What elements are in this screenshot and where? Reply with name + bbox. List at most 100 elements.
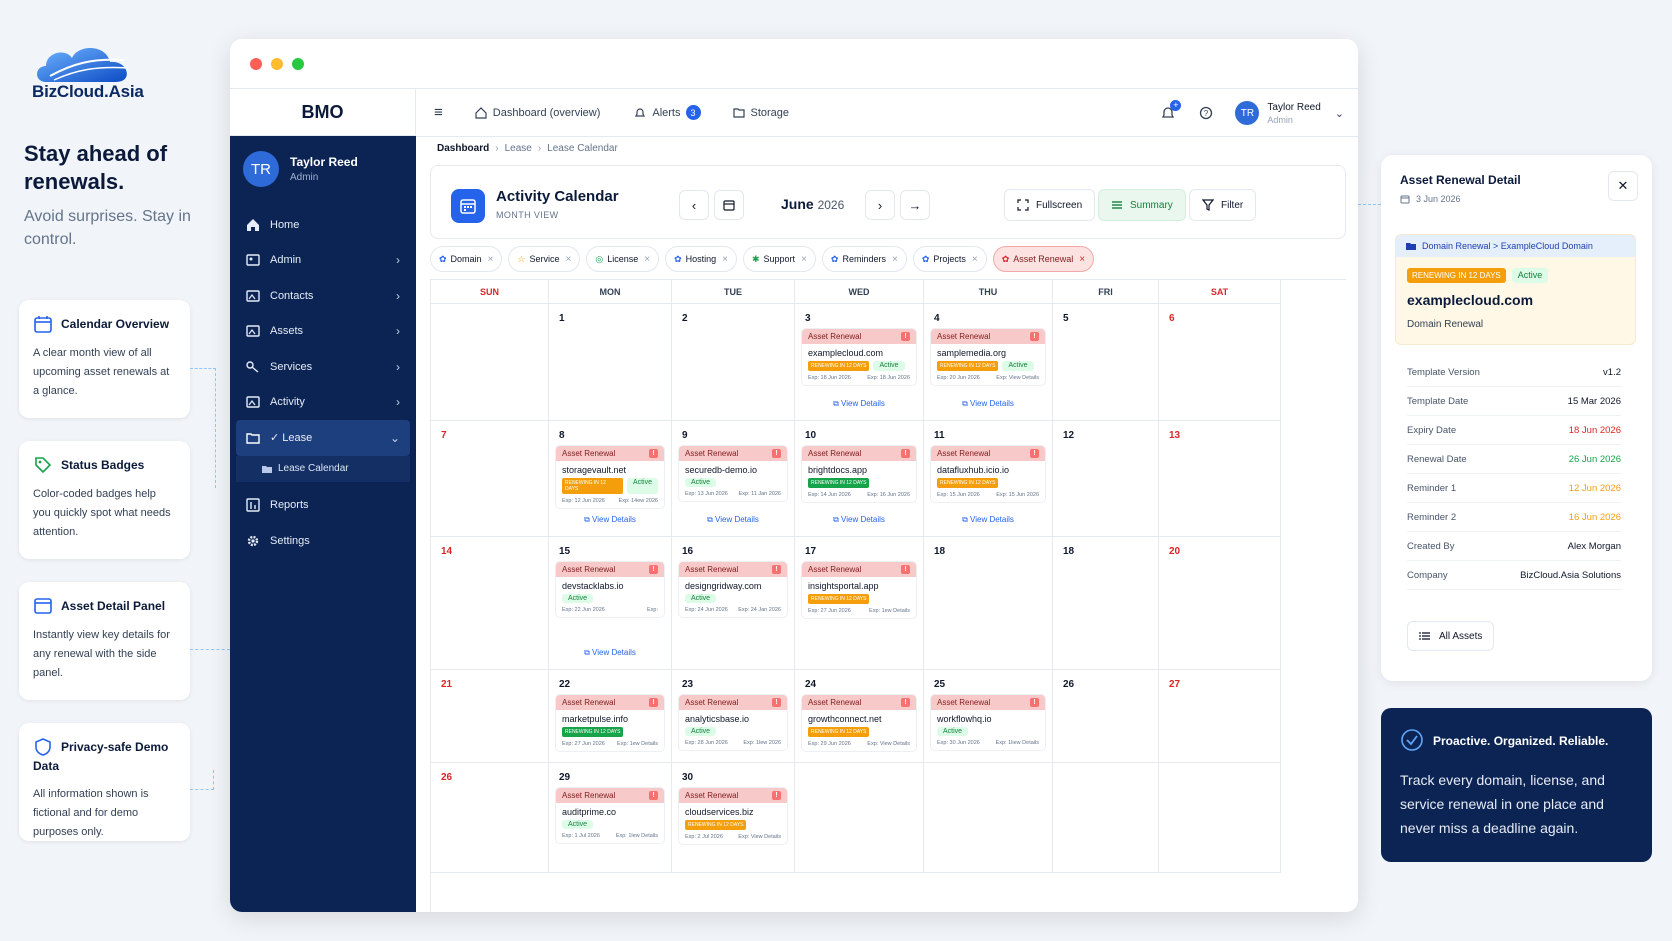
close-icon[interactable]: × xyxy=(801,254,807,265)
calendar-day-cell[interactable]: 4 Asset Renewal! samplemedia.org RENEWING I… xyxy=(924,304,1053,421)
filter-chip-support[interactable]: ✱ Support × xyxy=(742,246,816,272)
close-icon[interactable]: × xyxy=(892,254,898,265)
sidebar-subitem-lease-calendar[interactable]: Lease Calendar xyxy=(236,455,410,482)
forward-button[interactable]: → xyxy=(900,190,930,220)
calendar-day-cell[interactable]: 11 Asset Renewal! datafluxhub.icio.io RENEW… xyxy=(924,421,1053,537)
calendar-day-cell[interactable]: 2 xyxy=(672,304,795,421)
calendar-day-cell[interactable]: 27 xyxy=(1159,670,1281,763)
view-details-link[interactable]: ⧉ View Details xyxy=(672,515,794,525)
calendar-day-cell[interactable]: 29 Asset Renewal! auditprime.co Active Exp: … xyxy=(549,763,672,873)
calendar-day-cell[interactable]: 26 xyxy=(431,763,549,873)
calendar-day-cell[interactable]: 6 xyxy=(1159,304,1281,421)
close-panel-button[interactable]: ✕ xyxy=(1608,171,1638,201)
sidebar-item-services[interactable]: Services › xyxy=(230,349,416,385)
calendar-day-cell[interactable]: 14 xyxy=(431,537,549,670)
calendar-day-cell[interactable]: 24 Asset Renewal! growthconnect.net RENEWIN… xyxy=(795,670,924,763)
minimize-window-button[interactable] xyxy=(271,58,283,70)
sidebar-item-assets[interactable]: Assets › xyxy=(230,314,416,350)
view-details-link[interactable]: ⧉ View Details xyxy=(924,515,1052,525)
close-icon[interactable]: × xyxy=(488,254,494,265)
calendar-day-cell[interactable]: 7 xyxy=(431,421,549,537)
sidebar-item-home[interactable]: Home xyxy=(230,207,416,243)
calendar-day-cell[interactable]: 5 xyxy=(1053,304,1159,421)
event-card[interactable]: Asset Renewal! datafluxhub.icio.io RENEWIN… xyxy=(930,445,1046,503)
menu-icon[interactable]: ≡ xyxy=(434,104,443,121)
event-card[interactable]: Asset Renewal! devstacklabs.io Active Exp: … xyxy=(555,561,665,618)
fullscreen-button[interactable]: Fullscreen xyxy=(1004,189,1096,221)
card-breadcrumb[interactable]: Domain Renewal > ExampleCloud Domain xyxy=(1396,235,1635,257)
filter-button[interactable]: Filter xyxy=(1189,189,1257,221)
calendar-day-cell[interactable]: 18 xyxy=(924,537,1053,670)
calendar-day-cell[interactable]: 20 xyxy=(1159,537,1281,670)
date-picker-button[interactable] xyxy=(714,190,744,220)
event-card[interactable]: Asset Renewal! marketpulse.info RENEWING I… xyxy=(555,694,665,752)
calendar-day-cell[interactable]: 1 xyxy=(549,304,672,421)
view-details-link[interactable]: ⧉ View Details xyxy=(549,515,671,525)
calendar-day-cell[interactable]: 16 Asset Renewal! designgridway.com Active E… xyxy=(672,537,795,670)
calendar-day-cell[interactable] xyxy=(795,763,924,873)
topbar-storage-link[interactable]: Storage xyxy=(732,107,789,119)
calendar-day-cell[interactable]: 13 xyxy=(1159,421,1281,537)
sidebar-item-reports[interactable]: Reports xyxy=(230,488,416,524)
calendar-day-cell[interactable]: 10 Asset Renewal! brightdocs.app RENEWING I… xyxy=(795,421,924,537)
sidebar-item-admin[interactable]: Admin › xyxy=(230,243,416,279)
calendar-day-cell[interactable]: 26 xyxy=(1053,670,1159,763)
event-card[interactable]: Asset Renewal! cloudservices.biz RENEWING … xyxy=(678,787,788,845)
filter-chip-projects[interactable]: ✿ Projects × xyxy=(912,246,987,272)
filter-chip-hosting[interactable]: ✿ Hosting × xyxy=(665,246,737,272)
calendar-day-cell[interactable]: 23 Asset Renewal! analyticsbase.io Active Ex… xyxy=(672,670,795,763)
filter-chip-asset-renewal[interactable]: ✿ Asset Renewal × xyxy=(992,246,1095,272)
event-card[interactable]: Asset Renewal! workflowhq.io Active Exp: 30… xyxy=(930,694,1046,751)
close-icon[interactable]: × xyxy=(1079,254,1085,265)
topbar-alerts-link[interactable]: Alerts 3 xyxy=(634,105,701,120)
help-icon[interactable]: ? xyxy=(1199,106,1213,120)
calendar-day-cell[interactable]: 17 Asset Renewal! insightsportal.app RENEWI… xyxy=(795,537,924,670)
sidebar-item-contacts[interactable]: Contacts › xyxy=(230,278,416,314)
event-card[interactable]: Asset Renewal! examplecloud.com RENEWING I… xyxy=(801,328,917,386)
calendar-day-cell[interactable]: 12 xyxy=(1053,421,1159,537)
close-window-button[interactable] xyxy=(250,58,262,70)
all-assets-button[interactable]: All Assets xyxy=(1407,621,1495,651)
event-card[interactable]: Asset Renewal! brightdocs.app RENEWING IN … xyxy=(801,445,917,503)
calendar-day-cell[interactable]: 15 Asset Renewal! devstacklabs.io Active Exp… xyxy=(549,537,672,670)
event-card[interactable]: Asset Renewal! samplemedia.org RENEWING IN… xyxy=(930,328,1046,386)
close-icon[interactable]: × xyxy=(644,254,650,265)
calendar-day-cell[interactable]: 18 xyxy=(1053,537,1159,670)
maximize-window-button[interactable] xyxy=(292,58,304,70)
calendar-day-cell[interactable]: 22 Asset Renewal! marketpulse.info RENEWING… xyxy=(549,670,672,763)
close-icon[interactable]: × xyxy=(722,254,728,265)
sidebar-item-activity[interactable]: Activity › xyxy=(230,385,416,421)
view-details-link[interactable]: ⧉ View Details xyxy=(924,399,1052,409)
event-card[interactable]: Asset Renewal! securedb-demo.io Active Exp:… xyxy=(678,445,788,502)
event-card[interactable]: Asset Renewal! insightsportal.app RENEWING… xyxy=(801,561,917,619)
breadcrumb-item[interactable]: Lease xyxy=(505,143,532,154)
calendar-day-cell[interactable] xyxy=(1159,763,1281,873)
event-card[interactable]: Asset Renewal! growthconnect.net RENEWING … xyxy=(801,694,917,752)
chevron-down-icon[interactable]: ⌄ xyxy=(1335,107,1344,120)
event-card[interactable]: Asset Renewal! storagevault.net RENEWING I… xyxy=(555,445,665,509)
calendar-day-cell[interactable] xyxy=(924,763,1053,873)
filter-chip-license[interactable]: ◎ License × xyxy=(586,246,660,272)
calendar-day-cell[interactable]: 8 Asset Renewal! storagevault.net RENEWING … xyxy=(549,421,672,537)
topbar-dashboard-link[interactable]: Dashboard (overview) xyxy=(475,107,600,119)
close-icon[interactable]: × xyxy=(566,254,572,265)
event-card[interactable]: Asset Renewal! analyticsbase.io Active Exp:… xyxy=(678,694,788,751)
filter-chip-domain[interactable]: ✿ Domain × xyxy=(430,246,503,272)
event-card[interactable]: Asset Renewal! designgridway.com Active Exp… xyxy=(678,561,788,618)
filter-chip-reminders[interactable]: ✿ Reminders × xyxy=(821,246,907,272)
sidebar-item-lease[interactable]: ✓ Lease ⌄ xyxy=(236,420,410,456)
calendar-day-cell[interactable]: 9 Asset Renewal! securedb-demo.io Active Exp… xyxy=(672,421,795,537)
breadcrumb-item[interactable]: Dashboard xyxy=(437,143,489,154)
calendar-day-cell[interactable]: 30 Asset Renewal! cloudservices.biz RENEWIN… xyxy=(672,763,795,873)
notification-button[interactable]: + xyxy=(1161,100,1182,120)
calendar-day-cell[interactable]: 21 xyxy=(431,670,549,763)
close-icon[interactable]: × xyxy=(972,254,978,265)
prev-month-button[interactable]: ‹ xyxy=(679,190,709,220)
sidebar-item-settings[interactable]: Settings xyxy=(230,523,416,559)
filter-chip-service[interactable]: ☆ Service × xyxy=(508,246,581,272)
event-card[interactable]: Asset Renewal! auditprime.co Active Exp: 1 … xyxy=(555,787,665,844)
sidebar-user[interactable]: TR Taylor Reed Admin xyxy=(230,136,416,207)
calendar-day-cell[interactable] xyxy=(1053,763,1159,873)
calendar-day-cell[interactable]: 25 Asset Renewal! workflowhq.io Active Exp: … xyxy=(924,670,1053,763)
summary-button[interactable]: Summary xyxy=(1098,189,1186,221)
